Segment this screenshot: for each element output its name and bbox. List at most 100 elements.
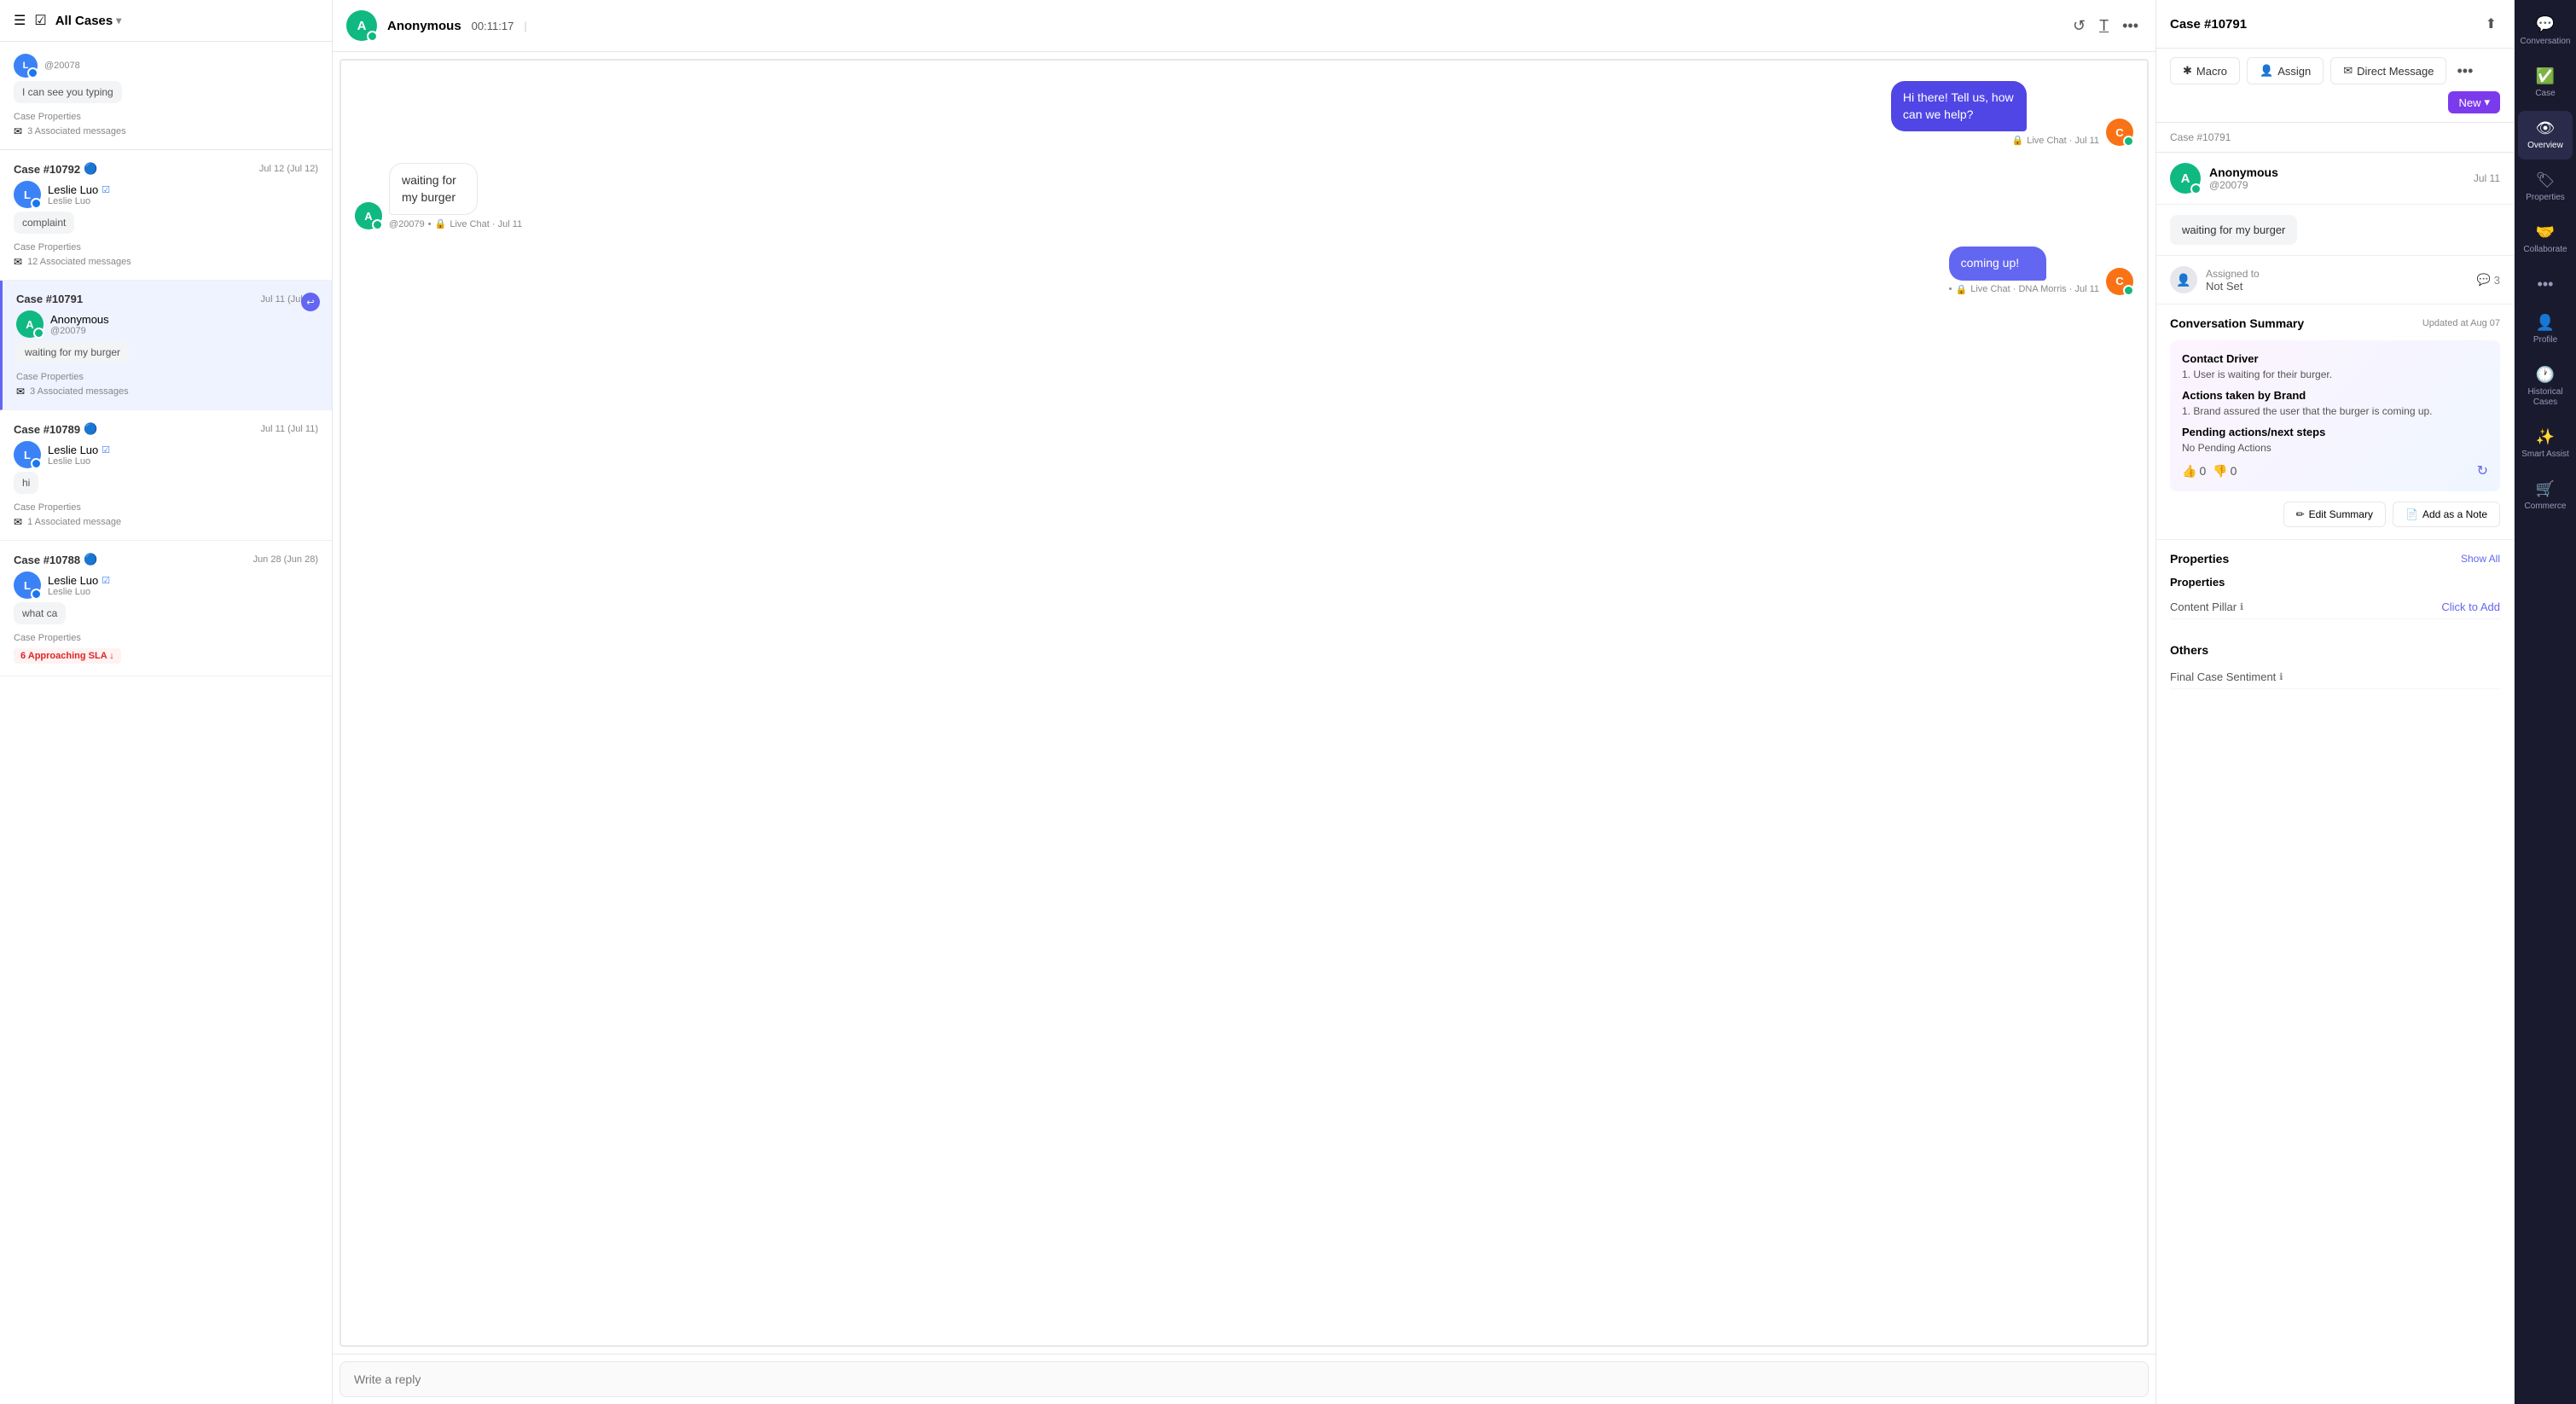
case-item-partial-top[interactable]: L @20078 I can see you typing Case Prope… — [0, 42, 332, 150]
edit-summary-button[interactable]: ✏ Edit Summary — [2283, 502, 2386, 527]
info-share-button[interactable]: ⬆ — [2482, 12, 2500, 36]
comment-icon: 💬 — [2477, 273, 2491, 287]
chat-contact-name: Anonymous — [387, 19, 461, 33]
avatar: L — [14, 571, 41, 599]
translate-button[interactable]: T — [2096, 14, 2112, 38]
chat-message-row: A waiting for my burger @20079 • 🔒 Live … — [355, 163, 2133, 229]
smart-assist-icon: ✨ — [2536, 428, 2555, 446]
chat-message-row: C coming up! • 🔒 Live Chat · DNA Morris … — [355, 247, 2133, 295]
cases-header-title: All Cases ▾ — [55, 14, 122, 28]
summary-actions: ✏ Edit Summary 📄 Add as a Note — [2170, 502, 2500, 527]
macro-icon: ✱ — [2183, 64, 2192, 78]
prop-value[interactable]: Click to Add — [2441, 600, 2500, 613]
chat-header-actions: ↺ T ••• — [2069, 14, 2142, 38]
info-toolbar: ✱ Macro 👤 Assign ✉ Direct Message ••• Ne… — [2156, 49, 2514, 123]
thumbs-up-button[interactable]: 👍 0 — [2182, 464, 2206, 479]
contact-avatar: A — [2170, 163, 2201, 194]
sidebar-item-properties[interactable]: 🏷 Properties — [2518, 163, 2573, 212]
chat-bubble: waiting for my burger — [389, 163, 478, 215]
sidebar-item-more[interactable]: ••• — [2518, 267, 2573, 302]
new-status-badge[interactable]: New ▾ — [2448, 91, 2500, 113]
separator: • — [428, 219, 432, 229]
all-cases-checkbox-icon[interactable]: ☑ — [34, 12, 46, 29]
assign-button[interactable]: 👤 Assign — [2247, 57, 2324, 84]
case-user-handle: Leslie Luo — [48, 456, 110, 467]
case-item-header: Case #10789 🔵 Jul 11 (Jul 11) — [14, 422, 318, 436]
lock-icon: 🔒 — [435, 218, 447, 229]
cases-chevron-icon[interactable]: ▾ — [116, 15, 121, 26]
contact-handle: @20079 — [2209, 179, 2278, 191]
case-contact-row: A Anonymous @20079 Jul 11 — [2156, 153, 2514, 205]
avatar: A — [16, 310, 44, 338]
assigned-label: Assigned to — [2206, 268, 2260, 280]
reply-icon: ↩ — [301, 293, 320, 311]
sidebar-item-label: Case — [2535, 89, 2555, 99]
add-as-note-button[interactable]: 📄 Add as a Note — [2393, 502, 2500, 527]
case-item[interactable]: Case #10792 🔵 Jul 12 (Jul 12) L Leslie L… — [0, 150, 332, 281]
sidebar-item-collaborate[interactable]: 🤝 Collaborate — [2518, 215, 2573, 264]
final-sentiment-label: Final Case Sentiment ℹ — [2170, 670, 2283, 683]
summary-feedback: 👍 0 👎 0 ↻ — [2182, 462, 2488, 479]
case-id: Case #10791 — [16, 293, 83, 305]
chat-divider: | — [524, 20, 526, 32]
case-props: Case Properties — [14, 502, 318, 513]
prop-label: Content Pillar ℹ — [2170, 600, 2243, 613]
sidebar-item-profile[interactable]: 👤 Profile — [2518, 305, 2573, 354]
pending-title: Pending actions/next steps — [2182, 426, 2488, 438]
avatar-badge — [31, 458, 42, 469]
sidebar-item-historical-cases[interactable]: 🕐 Historical Cases — [2518, 357, 2573, 416]
refresh-button[interactable]: ↺ — [2069, 14, 2089, 38]
case-item[interactable]: Case #10789 🔵 Jul 11 (Jul 11) L Leslie L… — [0, 410, 332, 541]
avatar-badge — [2190, 183, 2202, 194]
direct-message-icon: ✉ — [2343, 64, 2353, 78]
sidebar-item-label: Historical Cases — [2521, 387, 2569, 408]
chat-more-button[interactable]: ••• — [2119, 14, 2142, 38]
others-title: Others — [2170, 643, 2500, 657]
avatar-badge — [27, 67, 38, 78]
lock-icon: 🔒 — [2012, 135, 2024, 146]
info-toolbar-more-button[interactable]: ••• — [2453, 59, 2476, 84]
verified-icon: ☑ — [102, 444, 110, 455]
direct-message-button[interactable]: ✉ Direct Message — [2330, 57, 2446, 84]
meta-text: Live Chat · DNA Morris · Jul 11 — [1970, 284, 2099, 294]
case-message-box: waiting for my burger — [2156, 205, 2514, 256]
assigned-avatar: 👤 — [2170, 266, 2197, 293]
reply-input[interactable] — [339, 1361, 2149, 1397]
case-user-handle: Leslie Luo — [48, 587, 110, 597]
case-badge-icon: 🔵 — [84, 162, 97, 176]
sidebar-item-label: Overview — [2527, 141, 2563, 151]
case-message-text: waiting for my burger — [16, 341, 129, 363]
edit-icon: ✏ — [2296, 508, 2305, 520]
summary-section: Conversation Summary Updated at Aug 07 C… — [2156, 305, 2514, 540]
sidebar-item-case[interactable]: ✅ Case — [2518, 59, 2573, 107]
case-item-header: Case #10792 🔵 Jul 12 (Jul 12) — [14, 162, 318, 176]
badge-chevron-icon: ▾ — [2484, 96, 2490, 109]
sidebar-item-commerce[interactable]: 🛒 Commerce — [2518, 472, 2573, 520]
info-icon: ℹ — [2279, 671, 2283, 682]
case-assoc: ✉ 1 Associated message — [14, 516, 318, 528]
case-date: Jul 11 (Jul 11) — [261, 424, 318, 434]
case-item[interactable]: Case #10788 🔵 Jun 28 (Jun 28) L Leslie L… — [0, 541, 332, 676]
pending-text: No Pending Actions — [2182, 442, 2488, 454]
menu-icon[interactable]: ☰ — [14, 12, 26, 29]
case-badge-icon: 🔵 — [84, 422, 97, 436]
case-user-row: L Leslie Luo ☑ Leslie Luo — [14, 441, 318, 468]
avatar-badge — [2123, 285, 2134, 296]
sidebar-item-label: Properties — [2526, 193, 2565, 203]
sidebar-item-conversation[interactable]: 💬 Conversation — [2518, 7, 2573, 55]
thumbs-down-button[interactable]: 👎 0 — [2213, 464, 2237, 479]
show-all-button[interactable]: Show All — [2461, 553, 2500, 565]
commerce-icon: 🛒 — [2536, 480, 2555, 498]
case-item-selected[interactable]: ↩ Case #10791 Jul 11 (Jul 11) A Anonymou… — [0, 281, 332, 410]
assigned-row: 👤 Assigned to Not Set 💬 3 — [2156, 256, 2514, 305]
assign-icon: 👤 — [2260, 64, 2273, 78]
macro-button[interactable]: ✱ Macro — [2170, 57, 2240, 84]
chat-meta: @20079 • 🔒 Live Chat · Jul 11 — [389, 218, 526, 229]
lock-icon: 🔒 — [1956, 284, 1968, 295]
sidebar-item-overview[interactable]: 👁 Overview — [2518, 111, 2573, 160]
properties-title: Properties — [2170, 552, 2229, 566]
properties-icon: 🏷 — [2536, 171, 2556, 189]
message-avatar: C — [2106, 119, 2133, 146]
collaborate-icon: 🤝 — [2536, 223, 2555, 241]
sidebar-item-smart-assist[interactable]: ✨ Smart Assist — [2518, 420, 2573, 468]
